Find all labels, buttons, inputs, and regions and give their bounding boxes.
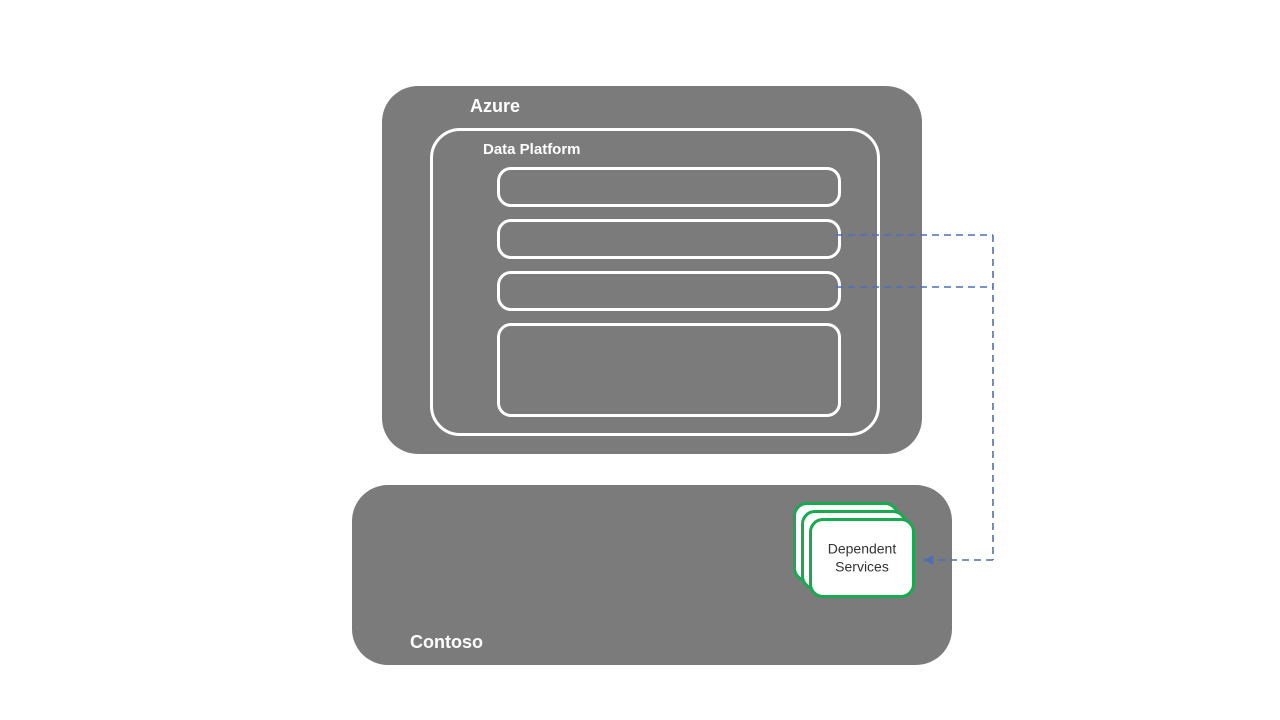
azure-label: Azure — [470, 96, 520, 117]
slot-1 — [497, 167, 841, 207]
slot-4-large — [497, 323, 841, 417]
contoso-label: Contoso — [410, 632, 483, 653]
slot-3 — [497, 271, 841, 311]
data-platform-container: Data Platform — [430, 128, 880, 436]
contoso-container: Contoso Dependent Services — [352, 485, 952, 665]
slot-2 — [497, 219, 841, 259]
azure-container: Azure Data Platform — [382, 86, 922, 454]
dependent-services-label: Dependent Services — [812, 541, 912, 576]
data-platform-label: Data Platform — [483, 141, 581, 158]
dependent-services-card-front: Dependent Services — [809, 518, 915, 598]
